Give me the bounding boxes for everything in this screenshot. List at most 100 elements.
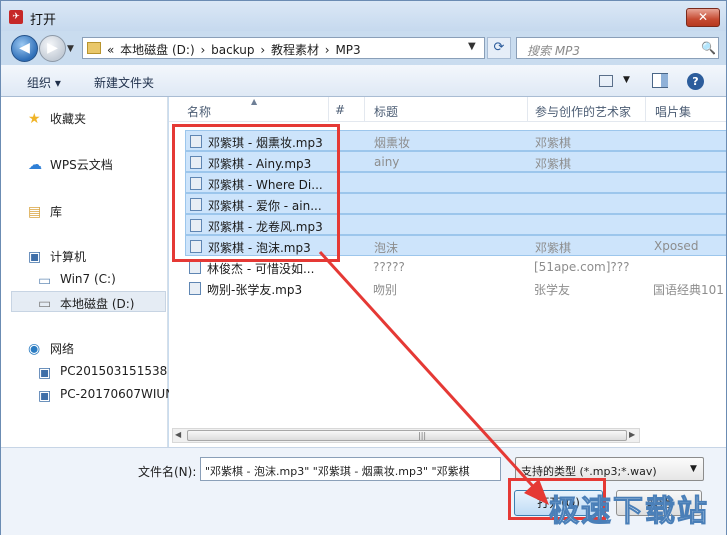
filename-field[interactable]: "邓紫棋 - 泡沫.mp3" "邓紫琪 - 烟熏妆.mp3" "邓紫棋 ▼ xyxy=(200,457,501,481)
file-album: Xposed xyxy=(654,239,699,253)
column-divider[interactable] xyxy=(527,97,528,122)
sidebar-item-computer[interactable]: ▣ 计算机 xyxy=(1,245,167,266)
folder-icon xyxy=(87,42,101,54)
navigation-bar: ◀ ▶ ▼ « 本地磁盘 (D:) › backup › 教程素材 › MP3 … xyxy=(1,31,726,65)
sidebar-item-network[interactable]: ◉ 网络 xyxy=(1,337,167,358)
filename-label: 文件名(N): xyxy=(138,465,197,479)
file-artist: 邓紫棋 xyxy=(535,157,572,171)
file-title: ainy xyxy=(374,155,400,169)
breadcrumb: « 本地磁盘 (D:) › backup › 教程素材 › MP3 xyxy=(107,41,363,58)
preview-pane-icon[interactable] xyxy=(652,73,668,88)
scrollbar-thumb[interactable]: ||| xyxy=(187,430,627,441)
column-track[interactable]: # xyxy=(335,103,345,117)
open-file-dialog: ✈ 打开 ✕ ◀ ▶ ▼ « 本地磁盘 (D:) › backup › 教程素材… xyxy=(0,0,727,535)
column-title[interactable]: 标题 xyxy=(374,103,398,120)
view-options-icon[interactable] xyxy=(599,75,613,87)
sidebar-item-label: WPS云文档 xyxy=(50,158,113,172)
breadcrumb-separator[interactable]: › xyxy=(200,43,205,57)
breadcrumb-tutorial-material[interactable]: 教程素材 xyxy=(271,43,319,57)
horizontal-scrollbar[interactable]: ◀ ||| ▶ xyxy=(172,428,640,443)
sidebar-item-label: PC-20170607WIUN xyxy=(60,387,175,401)
close-button[interactable]: ✕ xyxy=(686,8,720,27)
breadcrumb-backup[interactable]: backup xyxy=(211,43,254,57)
column-album[interactable]: 唱片集 xyxy=(655,103,691,120)
new-folder-button[interactable]: 新建文件夹 xyxy=(94,74,154,91)
file-name: 林俊杰 - 可惜没如... xyxy=(207,262,315,276)
sidebar-item-label: Win7 (C:) xyxy=(60,272,116,286)
file-title: 泡沫 xyxy=(374,241,399,255)
breadcrumb-overflow[interactable]: « xyxy=(107,43,114,57)
library-icon: ▤ xyxy=(28,204,42,220)
audio-file-icon xyxy=(189,282,201,295)
sidebar-item-pc-2[interactable]: ▣ PC-20170607WIUN xyxy=(1,384,174,405)
breadcrumb-separator[interactable]: › xyxy=(325,43,330,57)
breadcrumb-drive-d[interactable]: 本地磁盘 (D:) xyxy=(120,43,194,57)
filename-value: "邓紫棋 - 泡沫.mp3" "邓紫琪 - 烟熏妆.mp3" "邓紫棋 xyxy=(205,465,470,478)
watermark-text: 极速下载站 xyxy=(549,494,709,530)
file-title: 吻别 xyxy=(373,283,398,297)
table-row[interactable]: 吻别-张学友.mp3 吻别 张学友 国语经典101 xyxy=(185,278,726,299)
file-album: 国语经典101 xyxy=(653,283,724,297)
file-title: 烟熏妆 xyxy=(374,136,411,150)
sidebar-item-label: 库 xyxy=(50,205,63,219)
scroll-right-icon[interactable]: ▶ xyxy=(629,430,635,439)
breadcrumb-mp3[interactable]: MP3 xyxy=(335,43,360,57)
pc-icon: ▣ xyxy=(38,365,52,381)
pc-icon: ▣ xyxy=(38,388,52,404)
file-artist: 邓紫棋 xyxy=(535,136,572,150)
column-name[interactable]: 名称 xyxy=(187,103,211,120)
address-bar[interactable]: « 本地磁盘 (D:) › backup › 教程素材 › MP3 ▼ xyxy=(82,37,485,59)
search-input[interactable]: 搜索 MP3 🔍 xyxy=(516,37,719,59)
file-artist: 张学友 xyxy=(534,283,571,297)
sidebar-item-label: 计算机 xyxy=(50,250,87,264)
sidebar-item-pc-1[interactable]: ▣ PC201503151538 xyxy=(1,361,167,382)
refresh-button[interactable]: ⟳ xyxy=(487,37,511,59)
command-toolbar: 组织 ▾ 新建文件夹 ▼ ? xyxy=(1,65,726,97)
navigation-pane: ★ 收藏夹 ☁ WPS云文档 ▤ 库 ▣ 计算机 ▭ Win7 (C:) ▭ 本… xyxy=(1,97,174,447)
grip-icon: ||| xyxy=(418,431,427,440)
file-title: ????? xyxy=(373,260,405,274)
sidebar-item-label: 收藏夹 xyxy=(50,112,87,126)
column-divider[interactable] xyxy=(364,97,365,122)
help-icon[interactable]: ? xyxy=(687,73,704,90)
app-icon: ✈ xyxy=(9,10,23,24)
view-dropdown-icon[interactable]: ▼ xyxy=(623,75,630,85)
sidebar-item-label: PC201503151538 xyxy=(60,364,168,378)
search-icon[interactable]: 🔍 xyxy=(701,41,716,55)
sidebar-item-label: 网络 xyxy=(50,342,75,356)
scroll-left-icon[interactable]: ◀ xyxy=(175,430,181,439)
cloud-icon: ☁ xyxy=(28,157,42,173)
forward-button[interactable]: ▶ xyxy=(39,35,66,62)
file-artist: 邓紫棋 xyxy=(535,241,572,255)
file-type-value: 支持的类型 (*.mp3;*.wav) xyxy=(521,465,657,478)
computer-icon: ▣ xyxy=(28,249,42,265)
chevron-down-icon: ▼ xyxy=(690,464,697,474)
sidebar-item-favorites[interactable]: ★ 收藏夹 xyxy=(1,107,167,128)
back-button[interactable]: ◀ xyxy=(11,35,38,62)
star-icon: ★ xyxy=(28,111,41,127)
network-icon: ◉ xyxy=(28,341,41,357)
window-title: 打开 xyxy=(30,13,57,28)
search-placeholder: 搜索 MP3 xyxy=(527,44,581,58)
sidebar-item-drive-c[interactable]: ▭ Win7 (C:) xyxy=(1,269,167,290)
file-artist: [51ape.com]??? xyxy=(534,260,630,274)
drive-d-icon: ▭ xyxy=(38,296,52,312)
drive-c-icon: ▭ xyxy=(38,273,52,289)
column-artist[interactable]: 参与创作的艺术家 xyxy=(535,103,631,120)
address-dropdown-icon[interactable]: ▼ xyxy=(468,41,476,52)
file-name: 吻别-张学友.mp3 xyxy=(207,283,303,297)
column-divider[interactable] xyxy=(328,97,329,122)
sidebar-item-wps-cloud[interactable]: ☁ WPS云文档 xyxy=(1,153,167,174)
sidebar-item-drive-d[interactable]: ▭ 本地磁盘 (D:) xyxy=(11,291,166,312)
sort-ascending-icon: ▲ xyxy=(251,97,258,106)
sidebar-item-libraries[interactable]: ▤ 库 xyxy=(1,200,167,221)
sidebar-item-label: 本地磁盘 (D:) xyxy=(60,297,135,311)
audio-file-icon xyxy=(189,261,201,274)
selection-highlight-box xyxy=(172,124,340,262)
title-bar: ✈ 打开 ✕ xyxy=(1,1,726,31)
history-dropdown-icon[interactable]: ▼ xyxy=(67,44,74,54)
column-divider[interactable] xyxy=(645,97,646,122)
organize-menu-button[interactable]: 组织 ▾ xyxy=(27,74,61,91)
column-header-row: ▲ 名称 # 标题 参与创作的艺术家 唱片集 xyxy=(169,97,726,122)
breadcrumb-separator[interactable]: › xyxy=(260,43,265,57)
